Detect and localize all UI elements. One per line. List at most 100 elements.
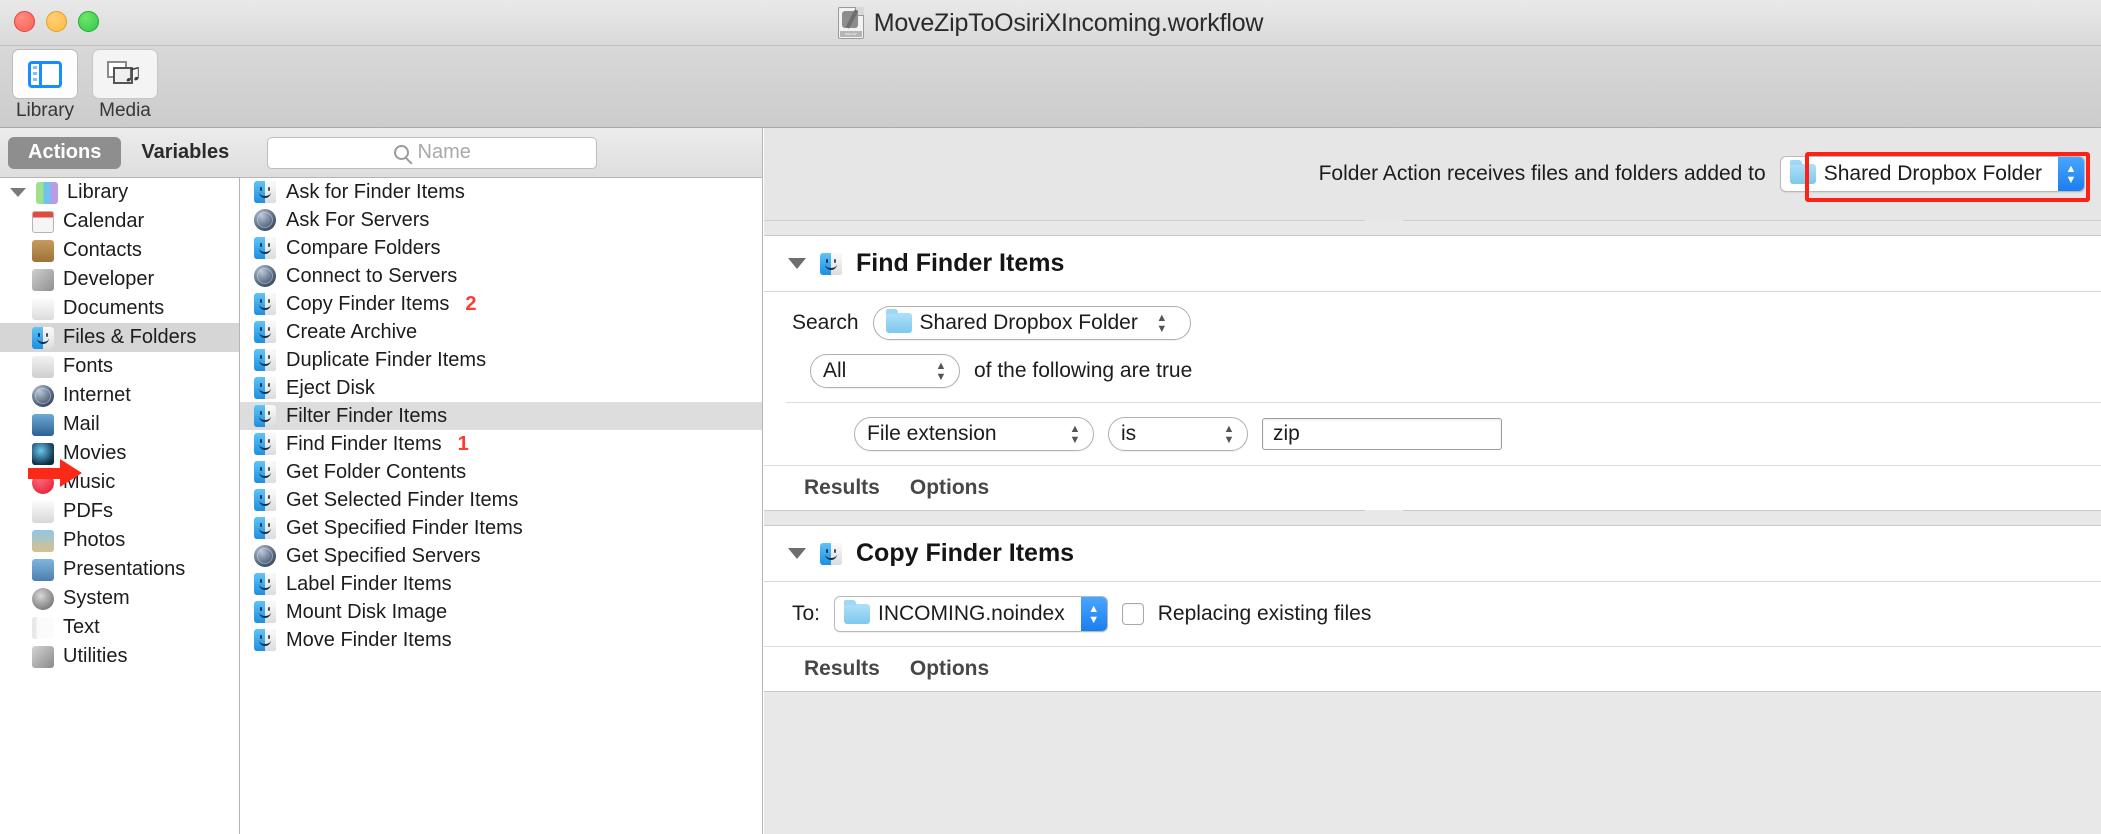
category-item-label: Files & Folders — [63, 326, 197, 348]
action-item-label-finder-items[interactable]: Label Finder Items — [240, 570, 762, 598]
action-item-label: Get Specified Servers — [286, 544, 481, 567]
tab-results-copy[interactable]: Results — [804, 657, 880, 681]
card-header-find[interactable]: Find Finder Items — [764, 236, 2101, 292]
category-item-contacts[interactable]: Contacts — [0, 236, 239, 265]
finder-icon — [254, 321, 276, 343]
search-placeholder: Name — [417, 141, 471, 163]
action-item-ask-for-finder-items[interactable]: Ask for Finder Items — [240, 178, 762, 206]
action-item-get-specified-finder-items[interactable]: Get Specified Finder Items — [240, 514, 762, 542]
category-item-files-folders[interactable]: Files & Folders — [0, 323, 239, 352]
workflow-document-icon: WFLOW — [837, 7, 864, 39]
action-item-get-specified-servers[interactable]: Get Specified Servers — [240, 542, 762, 570]
category-item-calendar[interactable]: Calendar — [0, 207, 239, 236]
finder-icon — [254, 629, 276, 651]
card-header-copy[interactable]: Copy Finder Items — [764, 526, 2101, 582]
category-item-music[interactable]: Music — [0, 468, 239, 497]
library-tile — [13, 50, 77, 98]
action-item-filter-finder-items[interactable]: Filter Finder Items — [240, 402, 762, 430]
contacts-icon — [32, 239, 54, 262]
category-item-label: PDFs — [63, 500, 113, 522]
replacing-existing-files-checkbox[interactable] — [1121, 603, 1144, 625]
disclosure-triangle-icon[interactable] — [10, 188, 26, 197]
chevron-updown-icon[interactable]: ▲ ▼ — [931, 360, 951, 382]
category-list[interactable]: Library Calendar Contacts Developer Document… — [0, 178, 240, 834]
action-item-find-finder-items[interactable]: Find Finder Items 1 — [240, 430, 762, 458]
window-title: MoveZipToOsiriXIncoming.workflow — [873, 8, 1264, 37]
category-item-fonts[interactable]: Fonts — [0, 352, 239, 381]
globe-icon — [254, 545, 276, 567]
action-item-create-archive[interactable]: Create Archive — [240, 318, 762, 346]
finder-icon — [254, 405, 276, 427]
tab-variables[interactable]: Variables — [121, 137, 249, 169]
window-titlebar: WFLOW MoveZipToOsiriXIncoming.workflow — [0, 0, 2101, 46]
copy-destination-row: To: INCOMING.noindex ▲ ▼ Replacing existi… — [764, 582, 2101, 646]
category-item-library[interactable]: Library — [0, 178, 239, 207]
finder-icon — [254, 517, 276, 539]
copy-destination-value: INCOMING.noindex — [878, 602, 1065, 625]
tab-options-find[interactable]: Options — [910, 476, 989, 500]
copy-destination-popup[interactable]: INCOMING.noindex ▲ ▼ — [834, 596, 1108, 632]
action-item-copy-finder-items[interactable]: Copy Finder Items 2 — [240, 290, 762, 318]
itunes-icon — [32, 471, 54, 494]
category-item-documents[interactable]: Documents — [0, 294, 239, 323]
category-item-label: Internet — [63, 384, 131, 406]
category-item-internet[interactable]: Internet — [0, 381, 239, 410]
card-title-find: Find Finder Items — [856, 249, 1065, 277]
search-input[interactable]: Name — [267, 136, 598, 169]
category-item-developer[interactable]: Developer — [0, 265, 239, 294]
category-item-pdfs[interactable]: PDFs — [0, 497, 239, 526]
tab-actions[interactable]: Actions — [8, 136, 122, 169]
action-item-ask-for-servers[interactable]: Ask For Servers — [240, 206, 762, 234]
action-item-connect-to-servers[interactable]: Connect to Servers — [240, 262, 762, 290]
category-item-presentations[interactable]: Presentations — [0, 555, 239, 584]
category-item-text[interactable]: Text — [0, 613, 239, 642]
action-item-label: Filter Finder Items — [286, 404, 448, 427]
chevron-updown-icon[interactable]: ▲ ▼ — [1080, 597, 1107, 631]
action-item-move-finder-items[interactable]: Move Finder Items — [240, 626, 762, 654]
toolbar-media-label: Media — [99, 100, 151, 121]
pdf-icon — [32, 500, 54, 523]
category-item-system[interactable]: System — [0, 584, 239, 613]
toolbar-media-button[interactable]: ♫ Media — [92, 50, 158, 122]
category-item-movies[interactable]: Movies — [0, 439, 239, 468]
criteria-operator-popup[interactable]: is ▲ ▼ — [1108, 417, 1248, 451]
workflow-connector-2 — [764, 510, 2101, 525]
triangle-down-icon[interactable] — [788, 548, 806, 559]
action-item-get-folder-contents[interactable]: Get Folder Contents — [240, 458, 762, 486]
category-item-label: Contacts — [63, 239, 142, 261]
finder-icon — [254, 181, 276, 203]
tab-options-copy[interactable]: Options — [910, 657, 989, 681]
finder-icon — [254, 573, 276, 595]
automator-window: WFLOW MoveZipToOsiriXIncoming.workflow L… — [0, 0, 2101, 834]
find-search-popup[interactable]: Shared Dropbox Folder ▲ ▼ — [872, 306, 1191, 340]
receives-folder-popup[interactable]: Shared Dropbox Folder ▲ ▼ — [1779, 156, 2085, 192]
find-scope-popup[interactable]: All ▲ ▼ — [810, 354, 960, 388]
blue-folder-icon — [844, 600, 871, 624]
action-item-eject-disk[interactable]: Eject Disk — [240, 374, 762, 402]
find-results-options-tabs: Results Options — [764, 465, 2101, 510]
action-item-label: Move Finder Items — [286, 628, 452, 651]
workflow-panel: Folder Action receives files and folders… — [764, 128, 2101, 834]
action-item-duplicate-finder-items[interactable]: Duplicate Finder Items — [240, 346, 762, 374]
category-item-utilities[interactable]: Utilities — [0, 642, 239, 671]
folder-action-receives-row: Folder Action receives files and folders… — [764, 128, 2101, 221]
triangle-down-icon[interactable] — [788, 258, 806, 269]
category-item-photos[interactable]: Photos — [0, 526, 239, 555]
action-item-compare-folders[interactable]: Compare Folders — [240, 234, 762, 262]
action-item-get-selected-finder-items[interactable]: Get Selected Finder Items — [240, 486, 762, 514]
criteria-attribute-value: File extension — [867, 422, 997, 445]
criteria-value-input[interactable]: zip — [1262, 418, 1502, 450]
category-item-label: Calendar — [63, 210, 145, 232]
toolbar-library-button[interactable]: Library — [12, 50, 78, 122]
tab-results-find[interactable]: Results — [804, 476, 880, 500]
chevron-updown-icon[interactable]: ▲ ▼ — [1219, 423, 1239, 445]
chevron-updown-icon[interactable]: ▲ ▼ — [1065, 423, 1085, 445]
category-item-mail[interactable]: Mail — [0, 410, 239, 439]
action-item-mount-disk-image[interactable]: Mount Disk Image — [240, 598, 762, 626]
fonts-icon — [32, 355, 54, 378]
criteria-attribute-popup[interactable]: File extension ▲ ▼ — [854, 417, 1094, 451]
category-item-label: Fonts — [63, 355, 114, 377]
chevron-updown-icon[interactable]: ▲ ▼ — [2058, 157, 2084, 191]
action-list[interactable]: Ask for Finder Items Ask For Servers Compa… — [240, 178, 762, 834]
chevron-updown-icon[interactable]: ▲ ▼ — [1152, 312, 1172, 334]
